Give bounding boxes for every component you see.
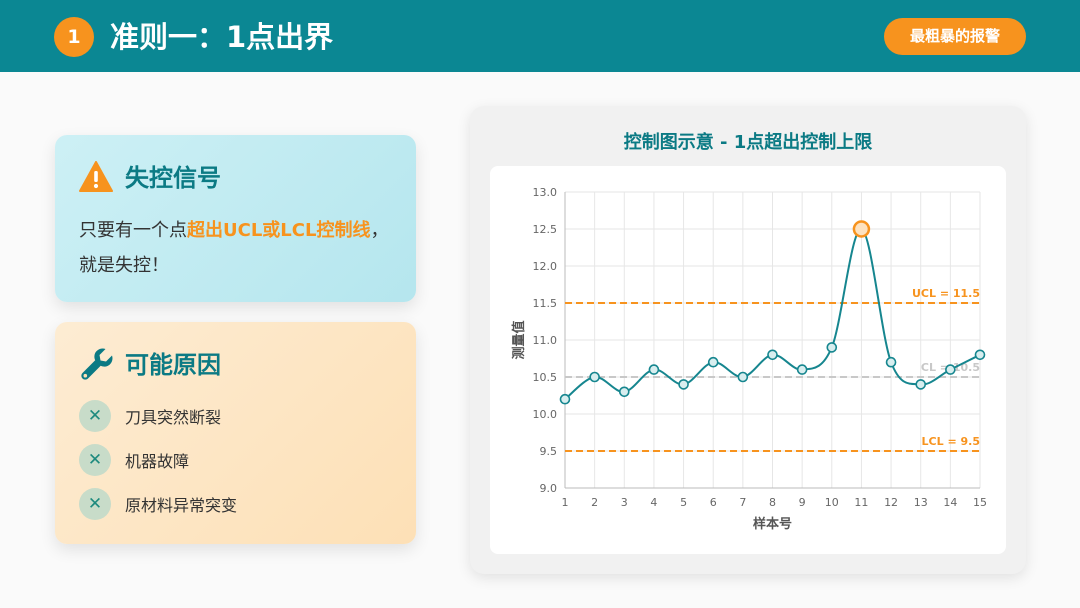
y-tick-label: 9.5: [540, 445, 558, 458]
x-tick-label: 15: [973, 496, 987, 509]
x-tick-label: 4: [650, 496, 657, 509]
data-point: [618, 386, 630, 398]
header-bar: 1 准则一：1点出界 最粗暴的报警: [0, 0, 1080, 72]
list-item: ✕ 刀具突然断裂: [79, 400, 221, 432]
signal-text-start: 只要有一个点: [79, 220, 187, 241]
signal-card: 失控信号 只要有一个点超出UCL或LCL控制线，就是失控！: [55, 135, 416, 302]
data-point: [589, 371, 600, 383]
data-point: [915, 379, 927, 390]
close-icon: ✕: [79, 400, 111, 432]
close-icon: ✕: [79, 488, 111, 520]
close-icon: ✕: [79, 444, 111, 476]
y-tick-label: 13.0: [533, 186, 558, 199]
y-tick-label: 10.5: [533, 371, 558, 384]
chart-card: 控制图示意 - 1点超出控制上限 9.0 9.5 10.0 10.5 11.0 11.5 1…: [470, 106, 1026, 574]
y-tick-label: 12.5: [533, 223, 558, 236]
data-point: [974, 349, 986, 361]
causes-card-title: 可能原因: [125, 351, 221, 379]
cause-label: 机器故障: [125, 452, 190, 471]
data-point: [796, 364, 808, 375]
list-item: ✕ 原材料异常突变: [79, 488, 237, 520]
rule-number-badge: 1: [54, 17, 94, 57]
x-tick-label: 13: [914, 496, 928, 509]
y-tick-label: 11.5: [533, 297, 558, 310]
x-tick-label: 14: [943, 496, 957, 509]
x-tick-label: 8: [769, 496, 776, 509]
x-tick-label: 9: [799, 496, 806, 509]
signal-card-title: 失控信号: [125, 164, 221, 192]
data-point: [737, 371, 749, 383]
signal-text-highlight: 超出UCL或LCL控制线: [187, 220, 371, 241]
data-point: [648, 364, 660, 375]
x-tick-label: 11: [854, 496, 868, 509]
x-tick-label: 10: [825, 496, 839, 509]
y-tick-label: 9.0: [540, 482, 558, 495]
control-chart: 9.09.510.010.511.011.512.012.513.01 2 3 4 5 6…: [511, 186, 987, 532]
list-item: ✕ 机器故障: [79, 444, 189, 476]
control-limit-label: LCL = 9.5: [922, 435, 980, 448]
page-title: 准则一：1点出界: [110, 20, 334, 54]
x-tick-label: 3: [621, 496, 628, 509]
y-tick-label: 12.0: [533, 260, 558, 273]
wrench-icon: [81, 348, 113, 380]
data-point: [678, 379, 689, 390]
data-point: [559, 393, 571, 405]
x-axis-title: 样本号: [753, 516, 792, 532]
data-point: [945, 364, 956, 375]
data-point: [885, 356, 897, 368]
y-tick-label: 10.0: [533, 408, 558, 421]
y-tick-label: 11.0: [533, 334, 558, 347]
x-tick-label: 2: [591, 496, 598, 509]
causes-card: 可能原因 ✕ 刀具突然断裂 ✕ 机器故障 ✕ 原材料异常突变: [55, 322, 416, 544]
x-tick-label: 5: [680, 496, 687, 509]
x-tick-label: 6: [710, 496, 717, 509]
out-of-control-point: [852, 220, 871, 238]
alert-tag: 最粗暴的报警: [884, 18, 1026, 55]
x-tick-label: 7: [739, 496, 746, 509]
warning-triangle-icon: [79, 161, 113, 192]
control-limit-label: UCL = 11.5: [912, 287, 980, 300]
data-point: [767, 349, 778, 361]
cause-label: 刀具突然断裂: [125, 408, 222, 427]
cause-label: 原材料异常突变: [125, 496, 238, 515]
chart-panel: 9.0 9.5 10.0 10.5 11.0 11.5 12.0 12.5 13.0 1 2 3 4 5 6…: [490, 166, 1006, 554]
chart-title: 控制图示意 - 1点超出控制上限: [623, 132, 873, 153]
x-tick-label: 12: [884, 496, 898, 509]
x-tick-label: 1: [562, 496, 569, 509]
data-point: [826, 342, 838, 353]
data-point: [707, 356, 719, 368]
signal-card-text: 只要有一个点超出UCL或LCL控制线，就是失控！: [79, 213, 399, 283]
y-axis-title: 测量值: [511, 320, 527, 359]
